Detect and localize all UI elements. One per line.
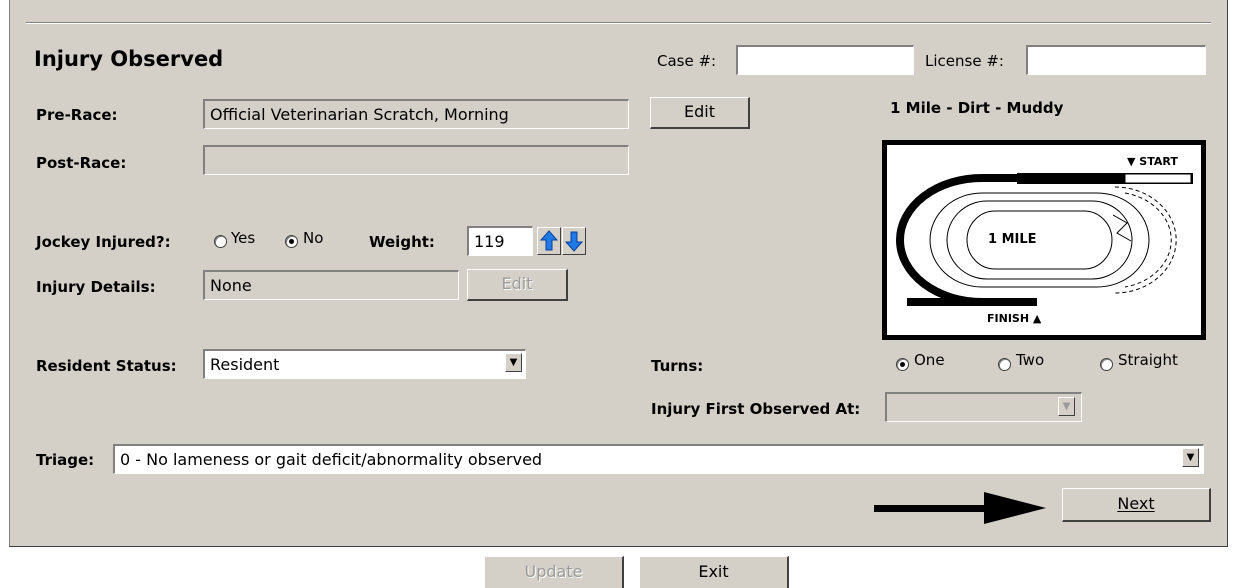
top-divider [26,22,1211,24]
license-label: License #: [925,52,1004,70]
triage-label: Triage: [36,451,95,469]
case-input[interactable] [736,45,914,75]
turns-one-radio[interactable] [896,358,909,371]
first-observed-dropdown-button[interactable]: ▼ [1058,397,1075,416]
weight-input[interactable]: 119 [467,226,533,256]
next-button-label: Next [1117,494,1155,513]
track-dashed-1 [1114,186,1177,294]
injury-details-edit-button[interactable]: Edit [467,269,568,301]
up-arrow-icon [539,230,559,251]
turns-straight-label: Straight [1118,351,1178,369]
exit-button[interactable]: Exit [639,556,789,588]
weight-up-button[interactable] [537,227,561,255]
injury-details-field: None [203,270,459,300]
license-input[interactable] [1026,45,1206,75]
jockey-injured-label: Jockey Injured?: [36,233,171,251]
right-arrow-icon [874,492,1046,524]
finish-label: FINISH ▲ [987,312,1042,325]
track-title: 1 Mile - Dirt - Muddy [890,99,1064,117]
resident-status-value: Resident [210,355,280,374]
start-chute-box [1124,173,1192,184]
turns-one-label: One [914,351,945,369]
post-race-field [203,145,629,175]
resident-status-label: Resident Status: [36,357,177,375]
case-label: Case #: [657,52,717,70]
exit-button-label: Exit [698,562,729,581]
track-rail-1 [929,192,1150,288]
update-button-label: Update [524,562,583,581]
down-arrow-icon [564,231,584,252]
update-button[interactable]: Update [484,556,624,588]
jockey-yes-label: Yes [231,229,256,247]
turns-two-radio[interactable] [998,358,1011,371]
finish-bar [907,298,1037,306]
first-observed-select [885,392,1082,422]
page-title: Injury Observed [34,47,224,71]
track-marker [1112,214,1132,242]
turns-two-label: Two [1016,351,1045,369]
turns-straight-radio[interactable] [1100,358,1113,371]
injury-details-label: Injury Details: [36,278,156,296]
jockey-no-label: No [303,229,324,247]
track-diagram-svg [896,173,1193,306]
jockey-no-radio[interactable] [285,235,298,248]
pre-race-edit-button[interactable]: Edit [650,97,750,129]
next-button[interactable]: Next [1062,488,1211,522]
weight-down-button[interactable] [562,227,586,255]
pre-race-field: Official Veterinarian Scratch, Morning [203,99,629,129]
start-label: ▼ START [1127,155,1178,168]
triage-select[interactable]: 0 - No lameness or gait deficit/abnormal… [113,444,1204,474]
track-diagram: 1 MILE ▼ START FINISH ▲ [882,140,1206,340]
jockey-yes-radio[interactable] [214,235,227,248]
track-rail-2 [946,200,1133,280]
first-observed-label: Injury First Observed At: [651,400,861,418]
turns-label: Turns: [651,357,704,375]
resident-status-dropdown-button[interactable]: ▼ [505,353,522,372]
distance-label: 1 MILE [988,232,1037,247]
resident-status-select[interactable]: Resident [203,349,526,379]
weight-label: Weight: [369,233,435,251]
pre-race-label: Pre-Race: [36,106,118,124]
triage-dropdown-button[interactable]: ▼ [1182,448,1199,467]
triage-value: 0 - No lameness or gait deficit/abnormal… [120,450,543,469]
post-race-label: Post-Race: [36,154,127,172]
